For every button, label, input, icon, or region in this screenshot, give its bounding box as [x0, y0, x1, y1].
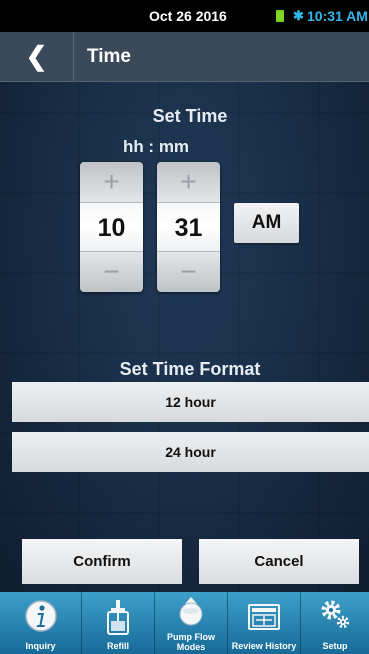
set-time-title: Set Time — [152, 106, 228, 126]
status-bar: Oct 26 2016 ✱ 10:31 AM — [0, 0, 369, 32]
history-icon — [248, 604, 280, 630]
main-content: Set Time hh : mm + 10 − + 31 − AM Set Ti… — [0, 82, 369, 592]
status-date: Oct 26 2016 — [149, 8, 227, 24]
header: ❮ Time — [0, 32, 369, 82]
refill-icon — [107, 600, 129, 635]
battery-icon — [276, 10, 284, 22]
hour-spinner: + 10 − — [80, 162, 143, 292]
nav-label: Inquiry — [25, 641, 56, 651]
nav-review-history[interactable]: Review History — [228, 592, 301, 654]
page-title: Time — [87, 46, 132, 67]
12-hour-button[interactable]: 12 hour — [12, 382, 369, 422]
24-hour-button[interactable]: 24 hour — [12, 432, 369, 472]
info-icon — [24, 600, 57, 632]
bottom-nav: Inquiry Refill Pump Flow Modes Review Hi… — [0, 592, 369, 654]
hour-value: 10 — [80, 202, 143, 252]
nav-label: Pump Flow Modes — [167, 632, 215, 652]
nav-pump-flow-modes[interactable]: Pump Flow Modes — [155, 592, 228, 654]
minute-decrement-button[interactable]: − — [157, 252, 220, 292]
back-chevron-icon: ❮ — [25, 41, 48, 71]
cancel-button[interactable]: Cancel — [199, 539, 359, 584]
pump-flow-icon — [179, 597, 203, 626]
time-format-hint: hh : mm — [122, 137, 190, 156]
nav-label: Review History — [231, 641, 297, 651]
back-button[interactable]: ❮ — [0, 32, 74, 82]
status-time: 10:31 AM — [307, 8, 368, 24]
confirm-button[interactable]: Confirm — [22, 539, 182, 584]
hour-increment-button[interactable]: + — [80, 162, 143, 202]
nav-inquiry[interactable]: Inquiry — [0, 592, 82, 654]
nav-setup[interactable]: Setup — [301, 592, 369, 654]
minute-increment-button[interactable]: + — [157, 162, 220, 202]
nav-refill[interactable]: Refill — [82, 592, 155, 654]
time-format-title: Set Time Format — [119, 359, 261, 379]
nav-label: Refill — [106, 641, 129, 651]
bluetooth-icon: ✱ — [293, 8, 304, 23]
hour-decrement-button[interactable]: − — [80, 252, 143, 292]
am-pm-toggle[interactable]: AM — [234, 203, 299, 243]
gears-icon — [321, 600, 350, 629]
minute-spinner: + 31 − — [157, 162, 220, 292]
minute-value: 31 — [157, 202, 220, 252]
nav-label: Setup — [322, 641, 348, 651]
